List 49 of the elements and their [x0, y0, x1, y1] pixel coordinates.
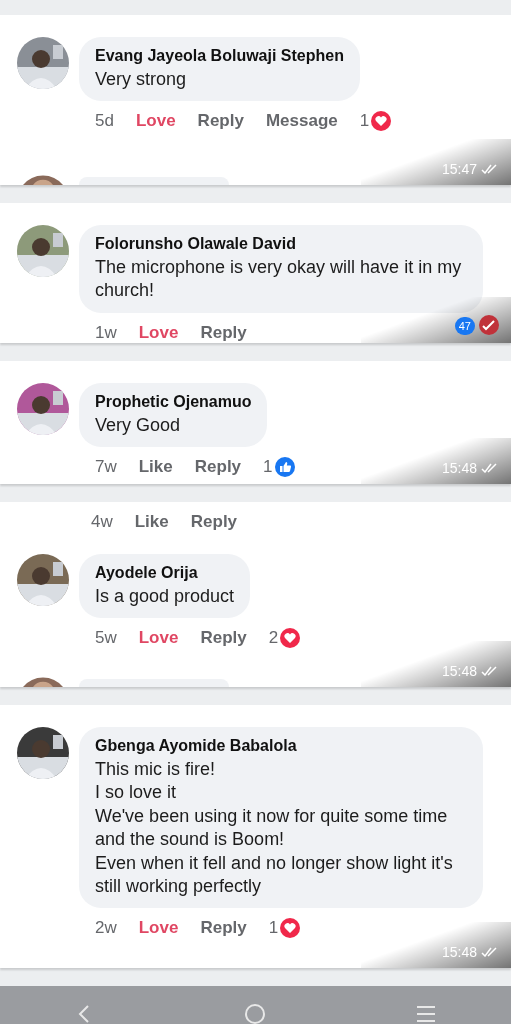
reply-link[interactable]: Reply — [200, 628, 247, 649]
react-link[interactable]: Love — [138, 918, 179, 939]
commenter-name[interactable]: Folorunsho Olawale David — [95, 235, 467, 253]
reply-link[interactable]: Reply — [190, 512, 238, 532]
image-message[interactable]: Folorunsho Olawale David The microphone is very okay will have it in my church! 1w Love Reply 47 — [0, 203, 511, 343]
image-message[interactable]: Prophetic Ojenamuo Very Good 7w Like Reply 1 15:48 — [0, 361, 511, 484]
reaction-count: 1 — [359, 111, 370, 132]
home-icon[interactable] — [243, 1002, 268, 1024]
image-message[interactable] — [0, 705, 511, 968]
reaction-count: 1 — [268, 918, 279, 939]
commenter-name[interactable]: Ayodele Orija — [95, 564, 235, 582]
comment-text: Very Good — [95, 414, 182, 437]
reply-link[interactable]: Reply — [194, 457, 242, 478]
commenter-name[interactable]: Gbenga Ayomide Babalola — [95, 737, 467, 755]
check-badge-icon — [479, 315, 499, 335]
comment-text: Is a good product — [95, 585, 235, 608]
message-time: 15:48 — [441, 944, 477, 960]
comment-age: 5d — [95, 111, 114, 132]
react-link[interactable]: Like — [134, 512, 169, 532]
commenter-name[interactable]: Prophetic Ojenamuo — [95, 393, 252, 411]
double-check-icon — [481, 164, 499, 174]
image-message[interactable]: 4w Like Reply Ayodele Orija Is a good product 5w Love Reply 2 15:48 — [0, 502, 511, 687]
comment-age: 5w — [95, 628, 117, 649]
comment-age: 4w — [91, 512, 113, 532]
react-link[interactable]: Like — [138, 457, 173, 478]
comment-text: The microphone is very okay will have it in my church! — [95, 256, 463, 303]
reply-link[interactable]: Reply — [200, 918, 247, 939]
message-time: 15:48 — [441, 460, 477, 476]
message-time: 15:48 — [441, 663, 477, 679]
comment-text: This mic is fire! I so love it We've been using it now for quite some time and the sound is Boom! Even when it fell and no longer show light it's still working perfectly — [95, 758, 454, 898]
reaction-count: 2 — [268, 628, 279, 649]
reply-link[interactable]: Reply — [197, 111, 244, 132]
double-check-icon — [481, 666, 499, 676]
react-link[interactable]: Love — [138, 628, 179, 649]
react-link[interactable]: Love — [138, 322, 179, 343]
commenter-name[interactable]: Evang Jayeola Boluwaji Stephen — [95, 47, 344, 65]
message-link[interactable]: Message — [265, 111, 338, 132]
double-check-icon — [481, 463, 499, 473]
react-link[interactable]: Love — [135, 111, 176, 132]
image-message[interactable]: Evang Jayeola Boluwaji Stephen Very strong 5d Love Reply Message 1 15:47 — [0, 15, 511, 185]
count-badge: 47 — [454, 317, 475, 335]
message-time: 15:47 — [441, 161, 477, 177]
comment-age: 1w — [95, 322, 117, 343]
reaction-count: 1 — [263, 457, 273, 478]
comment-age: 2w — [95, 918, 117, 939]
comment-text: Very strong — [95, 68, 188, 91]
comment-age: 7w — [95, 457, 117, 478]
double-check-icon — [481, 947, 499, 957]
reply-link[interactable]: Reply — [200, 322, 247, 343]
